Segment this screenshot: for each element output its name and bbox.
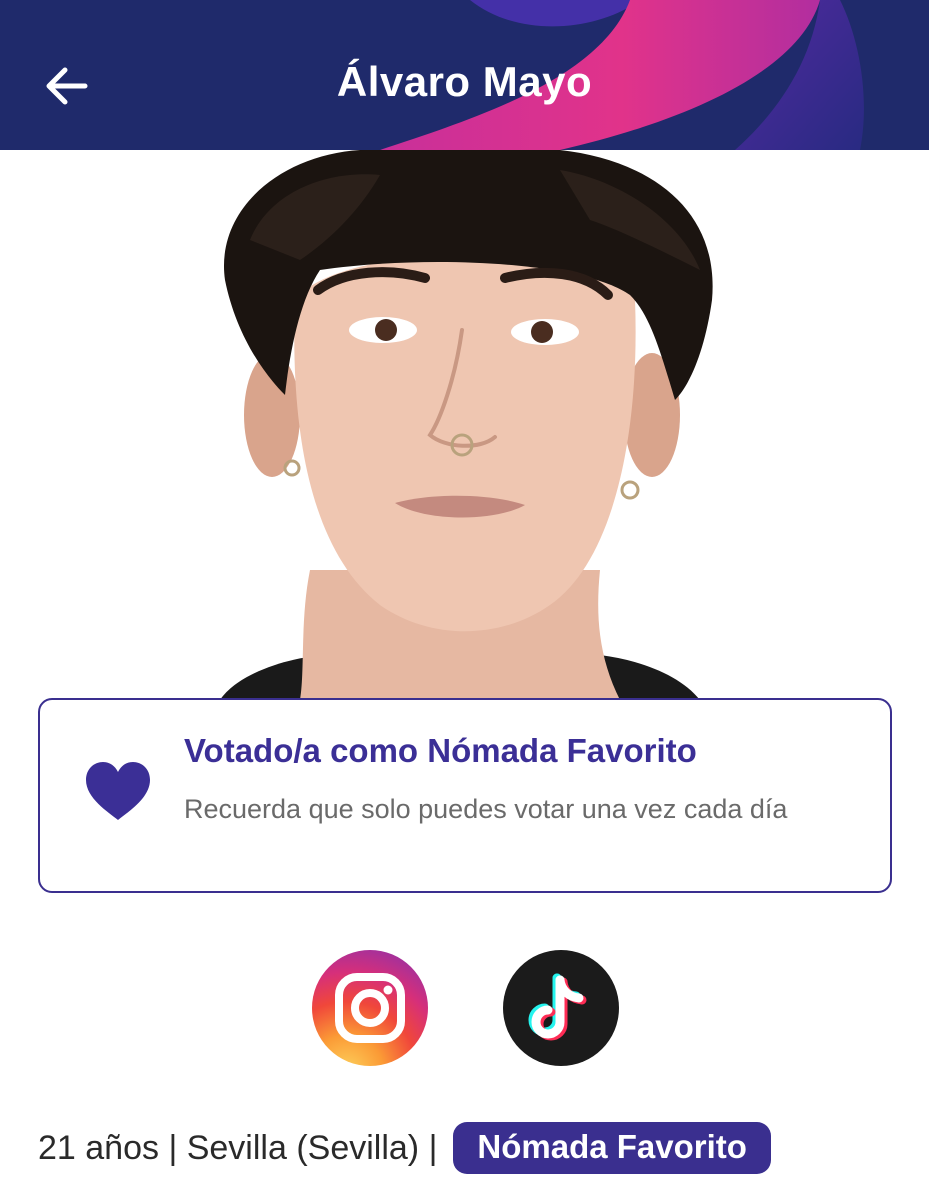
heart-icon <box>86 762 150 820</box>
instagram-icon <box>335 973 405 1043</box>
vote-status-card: Votado/a como Nómada Favorito Recuerda q… <box>38 698 892 893</box>
vote-subtitle: Recuerda que solo puedes votar una vez c… <box>184 794 788 824</box>
contestant-photo <box>0 150 929 700</box>
instagram-button[interactable] <box>312 950 428 1066</box>
contestant-info: 21 años | Sevilla (Sevilla) | Nómada Fav… <box>38 1122 771 1174</box>
tiktok-icon <box>528 973 587 1041</box>
app-header: Álvaro Mayo <box>0 0 929 150</box>
tiktok-button[interactable] <box>503 950 619 1066</box>
page-title: Álvaro Mayo <box>336 58 593 105</box>
age-location-text: 21 años | Sevilla (Sevilla) | <box>38 1128 438 1167</box>
vote-title: Votado/a como Nómada Favorito <box>184 732 697 769</box>
category-badge: Nómada Favorito <box>453 1122 771 1174</box>
